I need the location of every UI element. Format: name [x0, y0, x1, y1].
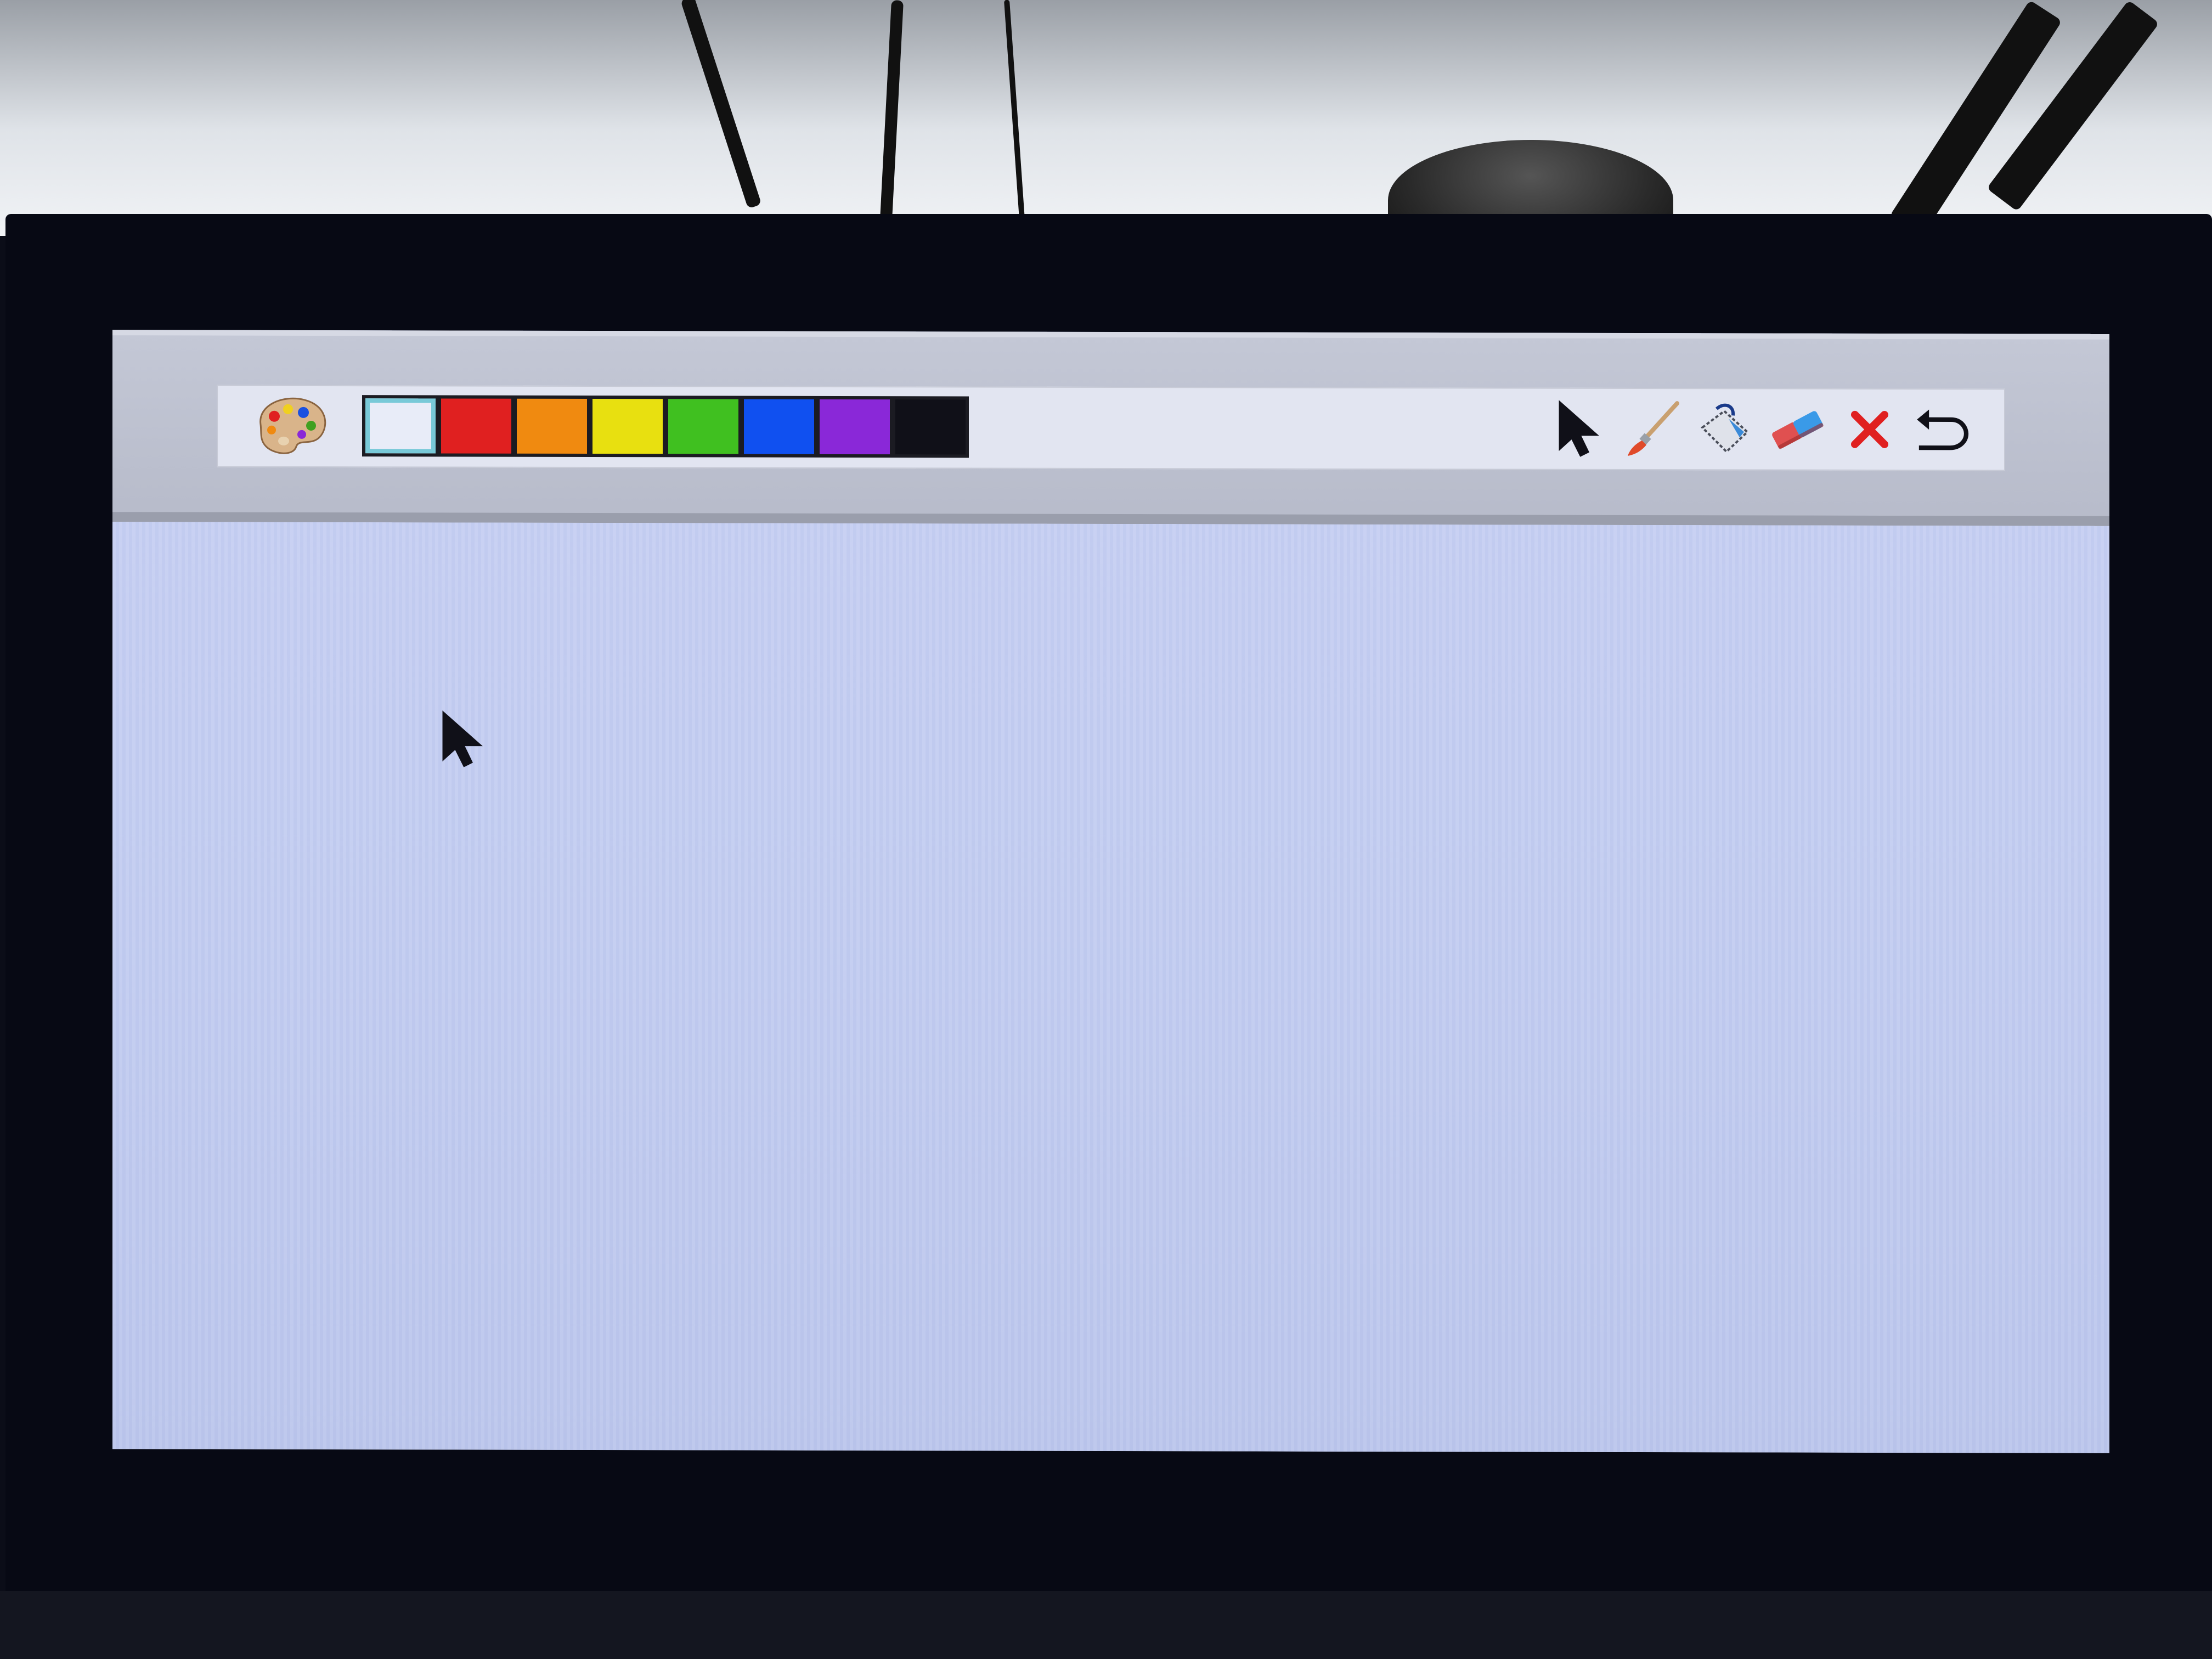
color-swatch-red[interactable] — [441, 398, 511, 454]
color-swatch-white[interactable] — [365, 398, 436, 454]
select-tool-button[interactable] — [1550, 399, 1610, 459]
color-swatch-orange[interactable] — [517, 398, 587, 454]
color-swatch-green[interactable] — [668, 399, 738, 454]
close-icon — [1851, 410, 1888, 448]
toolbar — [217, 385, 2005, 471]
paint-bucket-icon — [1700, 403, 1749, 454]
photo-scene — [0, 0, 2212, 1659]
arrow-pointer-icon — [442, 710, 483, 768]
eraser-icon — [1772, 411, 1824, 449]
color-swatch-black[interactable] — [895, 399, 966, 455]
app-screen — [112, 330, 2109, 1453]
brush-tool-button[interactable] — [1622, 399, 1683, 459]
paintbrush-icon — [1628, 401, 1679, 456]
tool-buttons — [1550, 394, 1972, 465]
palette-icon[interactable] — [250, 392, 332, 458]
undo-tool-button[interactable] — [1912, 399, 1972, 460]
color-swatch-purple[interactable] — [820, 399, 890, 455]
desk — [0, 1591, 2212, 1659]
clear-tool-button[interactable] — [1839, 399, 1900, 460]
toolbar-frame — [112, 330, 2109, 526]
wall-background — [0, 0, 2212, 236]
fill-tool-button[interactable] — [1695, 399, 1755, 459]
drawing-canvas[interactable] — [112, 522, 2109, 1453]
arrow-pointer-icon — [1559, 400, 1599, 457]
eraser-tool-button[interactable] — [1767, 399, 1827, 460]
color-swatch-blue[interactable] — [744, 399, 814, 454]
undo-icon — [1917, 409, 1969, 450]
color-swatches — [362, 395, 969, 458]
color-swatch-yellow[interactable] — [592, 399, 663, 454]
